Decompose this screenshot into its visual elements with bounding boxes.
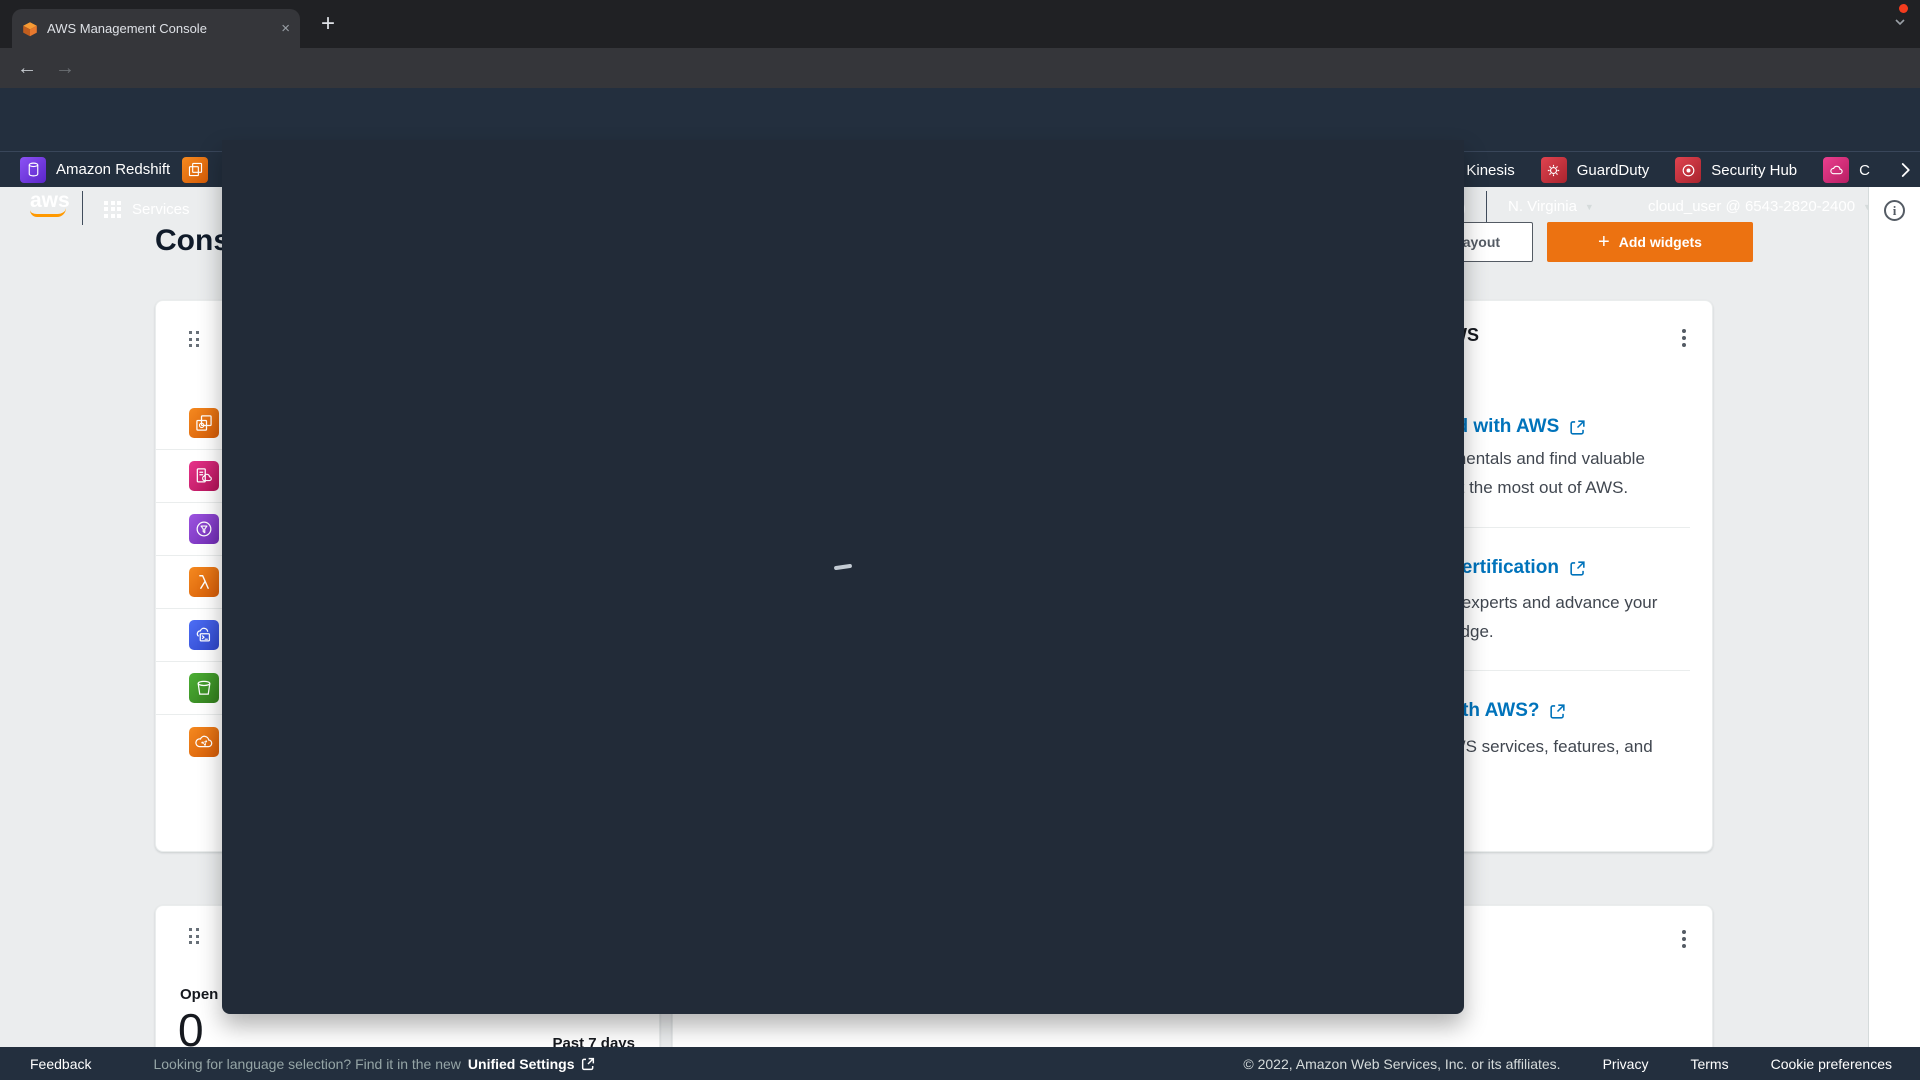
- drag-handle-icon[interactable]: [189, 331, 199, 347]
- copyright: © 2022, Amazon Web Services, Inc. or its…: [1243, 1055, 1561, 1072]
- favorite-label: Security Hub: [1711, 161, 1798, 179]
- overlapping-squares-icon[interactable]: [182, 156, 209, 183]
- header-divider: [82, 191, 83, 225]
- squares-gear-icon: [189, 408, 219, 438]
- unified-settings-link[interactable]: Unified Settings: [468, 1056, 597, 1072]
- language-hint: Looking for language selection? Find it …: [153, 1055, 461, 1072]
- favorite-label: Amazon Redshift: [56, 161, 171, 178]
- browser-tab-strip: AWS Management Console × +: [0, 0, 1920, 48]
- help-panel-strip: [1868, 187, 1920, 1047]
- back-button[interactable]: ←: [10, 48, 44, 88]
- privacy-link[interactable]: Privacy: [1603, 1056, 1649, 1072]
- favorite-truncated[interactable]: C: [1823, 157, 1870, 183]
- cloud-terminal-icon: [189, 620, 219, 650]
- document-cloud-icon: [189, 461, 219, 491]
- screen: AWS Management Console × + ← → us-east-1…: [0, 0, 1920, 1080]
- bucket-icon: [189, 673, 219, 703]
- add-widgets-button[interactable]: + Add widgets: [1547, 222, 1753, 262]
- external-link-icon: [1570, 560, 1585, 576]
- console-footer: Feedback Looking for language selection?…: [0, 1047, 1920, 1080]
- account-menu[interactable]: cloud_user @ 6543-2820-2400 ▼: [1648, 198, 1872, 215]
- header-divider: [1486, 191, 1487, 225]
- feedback-link[interactable]: Feedback: [30, 1056, 91, 1072]
- recording-indicator-dot: [1899, 4, 1908, 13]
- favorite-label: Kinesis: [1466, 161, 1515, 179]
- tab-title: AWS Management Console: [47, 21, 207, 36]
- external-link-icon: [1570, 419, 1585, 435]
- plus-icon: +: [1598, 231, 1610, 253]
- search-results-panel: [222, 140, 1464, 1014]
- loading-spinner: [833, 563, 853, 571]
- favorites-scroll-chevron-icon[interactable]: [1896, 161, 1914, 179]
- cookie-preferences-link[interactable]: Cookie preferences: [1771, 1056, 1892, 1072]
- chevron-down-icon: ▼: [1584, 201, 1594, 212]
- widget-menu-icon[interactable]: [1678, 325, 1690, 351]
- favorite-security-hub[interactable]: Security Hub: [1675, 157, 1797, 183]
- drag-handle-icon[interactable]: [189, 928, 199, 944]
- external-link-icon: [582, 1057, 595, 1070]
- favorite-guardduty[interactable]: GuardDuty: [1540, 157, 1650, 183]
- services-label: Services: [132, 200, 190, 218]
- app-grid-icon: [104, 200, 121, 218]
- info-icon[interactable]: i: [1884, 200, 1905, 221]
- window-chevron-icon[interactable]: [1894, 18, 1906, 26]
- browser-tab[interactable]: AWS Management Console ×: [12, 9, 300, 48]
- region-selector[interactable]: N. Virginia ▼: [1508, 198, 1594, 215]
- favorite-label: GuardDuty: [1576, 161, 1650, 179]
- footer-right: © 2022, Amazon Web Services, Inc. or its…: [1243, 1056, 1920, 1072]
- target-ring-icon: [1675, 157, 1702, 183]
- cloud-icon: [1823, 157, 1850, 183]
- favorite-label: C: [1859, 161, 1870, 179]
- redshift-database-icon: [20, 156, 46, 183]
- cloud-network-icon: [189, 726, 219, 757]
- new-tab-button[interactable]: +: [314, 10, 342, 38]
- circle-funnel-icon: [189, 514, 219, 544]
- external-link-icon: [1550, 703, 1566, 719]
- lambda-icon: [189, 567, 219, 597]
- gear-icon: [1540, 157, 1567, 183]
- aws-logo[interactable]: aws: [30, 190, 74, 221]
- forward-button[interactable]: →: [48, 48, 82, 88]
- favorites-right: Kinesis GuardDuty Security Hub C: [1430, 152, 1914, 188]
- region-label: N. Virginia: [1508, 198, 1577, 215]
- account-label: cloud_user @ 6543-2820-2400: [1648, 198, 1856, 215]
- favorites-left: Amazon Redshift: [0, 156, 209, 183]
- services-menu-button[interactable]: Services: [98, 192, 196, 226]
- aws-favicon-cube-icon: [23, 21, 37, 36]
- tab-close-icon[interactable]: ×: [281, 20, 290, 37]
- widget-menu-icon[interactable]: [1678, 926, 1690, 952]
- browser-toolbar: ← → us-east-1.console.aws.amazon.com/con…: [0, 48, 1920, 133]
- favorite-amazon-redshift[interactable]: Amazon Redshift: [20, 156, 171, 183]
- terms-link[interactable]: Terms: [1690, 1056, 1728, 1072]
